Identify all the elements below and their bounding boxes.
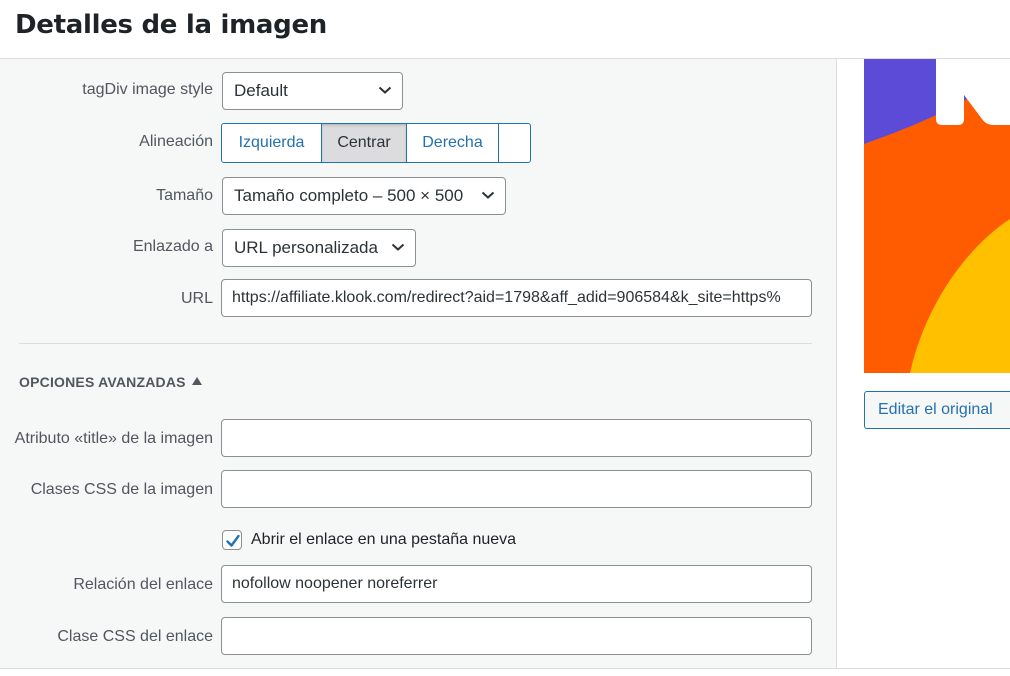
link-css-label: Clase CSS del enlace <box>57 628 213 645</box>
link-rel-input[interactable]: nofollow noopener noreferrer <box>221 565 812 603</box>
title-attr-input[interactable] <box>221 419 812 457</box>
chevron-down-icon <box>378 86 392 94</box>
style-label: tagDiv image style <box>82 81 213 98</box>
footer-divider <box>0 668 1010 669</box>
link-to-select-value: URL personalizada <box>234 238 378 257</box>
chevron-down-icon <box>481 191 495 199</box>
align-label: Alineación <box>139 133 213 150</box>
link-to-label: Enlazado a <box>132 238 213 255</box>
link-rel-label: Relación del enlace <box>73 576 213 593</box>
align-left-button[interactable]: Izquierda <box>221 123 322 163</box>
advanced-options-toggle[interactable]: OPCIONES AVANZADAS <box>19 374 202 390</box>
edit-original-button[interactable]: Editar el original <box>864 391 1010 429</box>
link-to-select[interactable]: URL personalizada <box>222 229 416 267</box>
checkmark-icon <box>226 534 240 547</box>
new-tab-checkbox[interactable] <box>222 530 242 550</box>
image-css-label: Clases CSS de la imagen <box>30 481 213 498</box>
chevron-down-icon <box>391 243 405 251</box>
title-attr-label: Atributo «title» de la imagen <box>14 430 213 447</box>
align-none-button[interactable] <box>498 123 531 163</box>
link-rel-value: nofollow noopener noreferrer <box>232 575 438 592</box>
align-button-group: Izquierda Centrar Derecha <box>221 123 531 163</box>
align-center-button[interactable]: Centrar <box>321 123 407 163</box>
align-right-button[interactable]: Derecha <box>406 123 499 163</box>
link-css-input[interactable] <box>221 617 812 655</box>
modal-header: Detalles de la imagen <box>0 0 1010 59</box>
size-select-value: Tamaño completo – 500 × 500 <box>234 186 464 205</box>
url-input[interactable]: https://affiliate.klook.com/redirect?aid… <box>221 279 812 317</box>
size-label: Tamaño <box>156 187 213 204</box>
style-select-value: Default <box>234 81 288 100</box>
image-thumbnail <box>864 59 1010 373</box>
new-tab-label: Abrir el enlace en una pestaña nueva <box>251 531 517 548</box>
size-select[interactable]: Tamaño completo – 500 × 500 <box>222 177 506 215</box>
section-divider <box>19 343 812 344</box>
url-label: URL <box>180 290 213 307</box>
page-title: Detalles de la imagen <box>15 10 327 40</box>
image-preview <box>864 59 1010 373</box>
image-css-input[interactable] <box>221 470 812 508</box>
triangle-up-icon <box>191 377 202 385</box>
url-input-value: https://affiliate.klook.com/redirect?aid… <box>232 289 781 306</box>
advanced-options-label: OPCIONES AVANZADAS <box>19 374 186 390</box>
style-select[interactable]: Default <box>222 72 403 110</box>
